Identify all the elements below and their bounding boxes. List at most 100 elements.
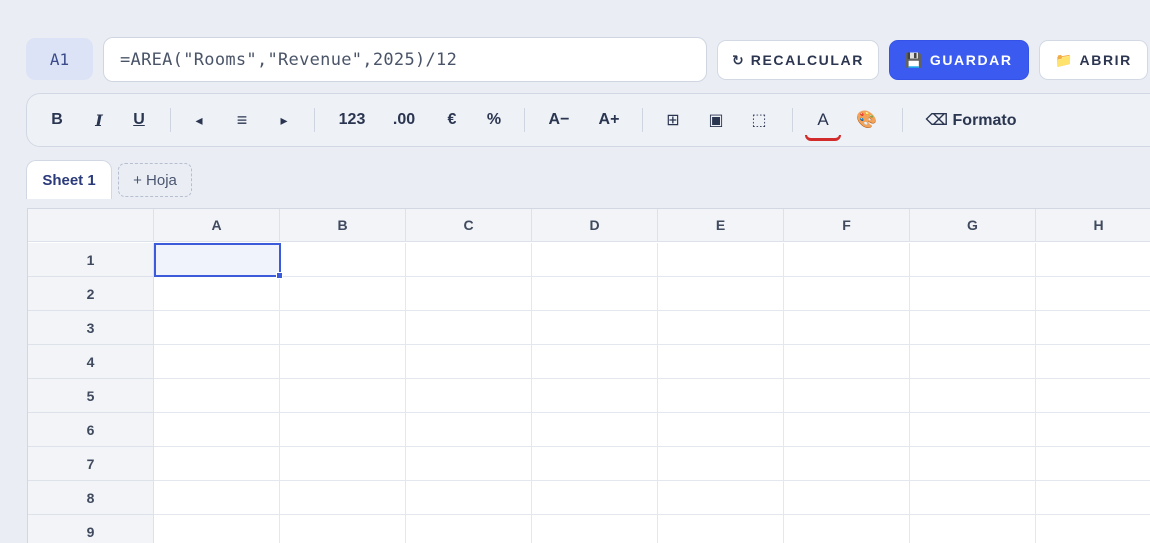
grid-cell[interactable] <box>532 345 658 379</box>
column-header[interactable]: H <box>1036 209 1150 242</box>
grid-cell[interactable] <box>658 243 784 277</box>
open-button[interactable]: 📁 ABRIR <box>1039 40 1148 80</box>
row-header[interactable]: 6 <box>28 413 154 447</box>
grid-cell[interactable] <box>1036 481 1150 515</box>
grid-cell[interactable] <box>406 345 532 379</box>
grid-cell[interactable] <box>532 447 658 481</box>
grid-cell[interactable] <box>280 481 406 515</box>
grid-cell[interactable] <box>154 311 280 345</box>
grid-cell[interactable] <box>154 379 280 413</box>
column-header[interactable]: B <box>280 209 406 242</box>
column-header[interactable]: F <box>784 209 910 242</box>
grid-cell[interactable] <box>1036 413 1150 447</box>
grid-cell[interactable] <box>406 311 532 345</box>
grid-cell[interactable] <box>154 447 280 481</box>
formula-input[interactable]: =AREA("Rooms","Revenue",2025)/12 <box>103 37 707 82</box>
clear-format-button[interactable]: ⌫ Formato <box>920 94 1022 146</box>
grid-cell[interactable] <box>154 413 280 447</box>
grid-cell[interactable] <box>1036 447 1150 481</box>
grid-cell[interactable] <box>910 345 1036 379</box>
fill-box-icon[interactable]: ▣ <box>697 94 735 146</box>
grid-cell[interactable] <box>784 481 910 515</box>
grid-cell[interactable] <box>406 379 532 413</box>
grid-cell[interactable] <box>784 447 910 481</box>
grid-cell[interactable] <box>784 277 910 311</box>
decrease-font-button[interactable]: A− <box>537 94 581 146</box>
grid-cell[interactable] <box>658 481 784 515</box>
grid-cell[interactable] <box>406 243 532 277</box>
underline-button[interactable]: U <box>119 94 159 146</box>
grid-cell[interactable] <box>910 243 1036 277</box>
column-header[interactable]: D <box>532 209 658 242</box>
save-button[interactable]: 💾 GUARDAR <box>889 40 1029 80</box>
grid-cell[interactable] <box>154 277 280 311</box>
grid-cell[interactable] <box>532 243 658 277</box>
grid-cell[interactable] <box>280 277 406 311</box>
grid-cell[interactable] <box>1036 379 1150 413</box>
grid-cell[interactable] <box>532 515 658 543</box>
grid-cell[interactable] <box>784 243 910 277</box>
grid-corner[interactable] <box>28 209 154 242</box>
grid-cell[interactable] <box>658 515 784 543</box>
grid-cell[interactable] <box>784 379 910 413</box>
grid-cell[interactable] <box>1036 311 1150 345</box>
grid-cell[interactable] <box>1036 515 1150 543</box>
grid-cell[interactable] <box>280 379 406 413</box>
grid-cell[interactable] <box>784 345 910 379</box>
select-box-icon[interactable]: ⬚ <box>740 94 778 146</box>
grid-cell[interactable] <box>280 515 406 543</box>
column-header[interactable]: E <box>658 209 784 242</box>
grid-cell[interactable] <box>532 379 658 413</box>
grid-cell[interactable] <box>910 447 1036 481</box>
percent-format-button[interactable]: % <box>475 94 513 146</box>
grid-cell[interactable] <box>910 413 1036 447</box>
row-header[interactable]: 5 <box>28 379 154 413</box>
grid-cell[interactable] <box>1036 243 1150 277</box>
grid-cell[interactable] <box>784 413 910 447</box>
align-right-button[interactable]: ▸ <box>264 94 304 146</box>
row-header[interactable]: 4 <box>28 345 154 379</box>
grid-cell[interactable] <box>658 277 784 311</box>
row-header[interactable]: 7 <box>28 447 154 481</box>
grid-cell[interactable] <box>406 447 532 481</box>
grid-cell[interactable] <box>154 345 280 379</box>
tab-sheet-1[interactable]: Sheet 1 <box>26 160 112 199</box>
grid-cell[interactable] <box>280 311 406 345</box>
row-header[interactable]: 8 <box>28 481 154 515</box>
grid-cell[interactable] <box>280 345 406 379</box>
grid-cell[interactable] <box>1036 277 1150 311</box>
row-header[interactable]: 2 <box>28 277 154 311</box>
grid-cell[interactable] <box>406 277 532 311</box>
grid-cell[interactable] <box>406 481 532 515</box>
grid-cell[interactable] <box>658 447 784 481</box>
borders-icon[interactable]: ⊞ <box>654 94 692 146</box>
row-header[interactable]: 9 <box>28 515 154 543</box>
column-header[interactable]: G <box>910 209 1036 242</box>
selected-cell[interactable] <box>154 243 281 277</box>
currency-format-button[interactable]: € <box>433 94 471 146</box>
grid-cell[interactable] <box>280 243 406 277</box>
column-header[interactable]: C <box>406 209 532 242</box>
grid-cell[interactable] <box>280 447 406 481</box>
grid-cell[interactable] <box>910 481 1036 515</box>
grid-cell[interactable] <box>658 379 784 413</box>
bold-button[interactable]: B <box>37 94 77 146</box>
grid-cell[interactable] <box>658 311 784 345</box>
align-left-button[interactable]: ◂ <box>179 94 219 146</box>
grid-cell[interactable] <box>784 515 910 543</box>
add-sheet-button[interactable]: + Hoja <box>118 163 192 197</box>
grid-cell[interactable] <box>154 515 280 543</box>
decimal-format-button[interactable]: .00 <box>381 94 427 146</box>
grid-cell[interactable] <box>910 277 1036 311</box>
row-header[interactable]: 1 <box>28 243 154 277</box>
grid-cell[interactable] <box>406 413 532 447</box>
row-header[interactable]: 3 <box>28 311 154 345</box>
fill-handle[interactable] <box>276 272 283 279</box>
grid-cell[interactable] <box>532 481 658 515</box>
grid-cell[interactable] <box>532 277 658 311</box>
grid-cell[interactable] <box>910 515 1036 543</box>
cell-reference-box[interactable]: A1 <box>26 38 93 80</box>
grid-cell[interactable] <box>910 379 1036 413</box>
grid-cell[interactable] <box>784 311 910 345</box>
grid-cell[interactable] <box>532 413 658 447</box>
